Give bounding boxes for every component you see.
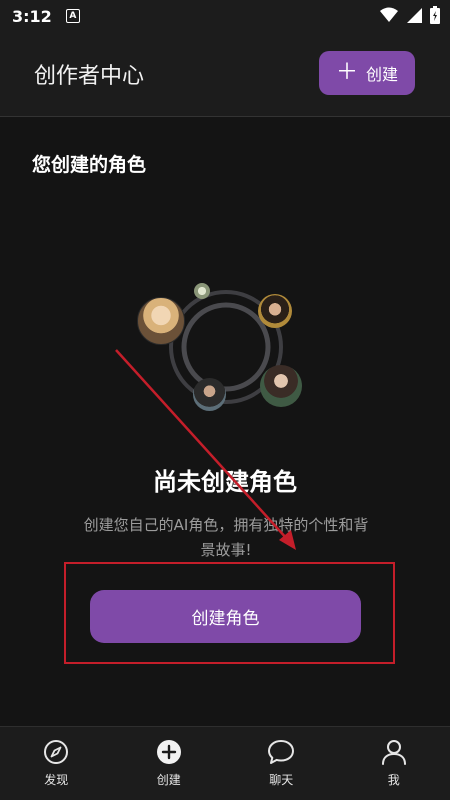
wifi-icon <box>380 7 398 22</box>
app-header: 创作者中心 ＋ 创建 <box>0 32 450 117</box>
empty-state-description: 创建您自己的AI角色，拥有独特的个性和背 景故事! <box>56 513 396 563</box>
page-title: 创作者中心 <box>34 64 145 89</box>
person-icon <box>381 740 406 765</box>
battery-icon <box>430 6 440 24</box>
nav-label-me: 我 <box>387 773 400 787</box>
nav-item-me[interactable]: 我 <box>338 727 450 800</box>
empty-state-description-line1: 创建您自己的AI角色，拥有独特的个性和背 <box>83 516 369 534</box>
bottom-navigation: 发现 创建 聊天 我 <box>0 726 450 800</box>
status-bar: 3:12 A <box>0 0 450 32</box>
chat-bubble-icon <box>268 740 295 764</box>
empty-state-illustration <box>130 275 320 415</box>
nav-label-chat: 聊天 <box>269 773 294 787</box>
create-role-button[interactable]: 创建角色 <box>90 590 361 643</box>
signal-icon <box>407 8 422 23</box>
add-circle-icon <box>156 740 181 764</box>
nav-label-create: 创建 <box>156 773 181 787</box>
header-create-label: 创建 <box>366 65 399 84</box>
header-create-button[interactable]: ＋ 创建 <box>319 51 415 95</box>
avatar-dark-hair-woman <box>258 294 292 328</box>
plus-icon: ＋ <box>335 60 358 85</box>
compass-icon <box>44 740 69 764</box>
status-time: 3:12 <box>12 6 52 26</box>
avatar-blonde-woman <box>137 297 185 345</box>
nav-item-discover[interactable]: 发现 <box>0 727 113 800</box>
empty-state-description-line2: 景故事! <box>200 541 252 559</box>
nav-item-chat[interactable]: 聊天 <box>225 727 338 800</box>
avatar-green-dress-woman <box>260 365 302 407</box>
avatar-man-jacket <box>193 378 226 411</box>
nav-item-create[interactable]: 创建 <box>113 727 226 800</box>
avatar-small-figure <box>194 283 210 299</box>
nav-label-discover: 发现 <box>44 773 69 787</box>
empty-state-title: 尚未创建角色 <box>153 468 297 496</box>
section-title: 您创建的角色 <box>32 154 147 176</box>
status-icons <box>380 6 440 24</box>
notification-a-icon: A <box>65 9 80 23</box>
